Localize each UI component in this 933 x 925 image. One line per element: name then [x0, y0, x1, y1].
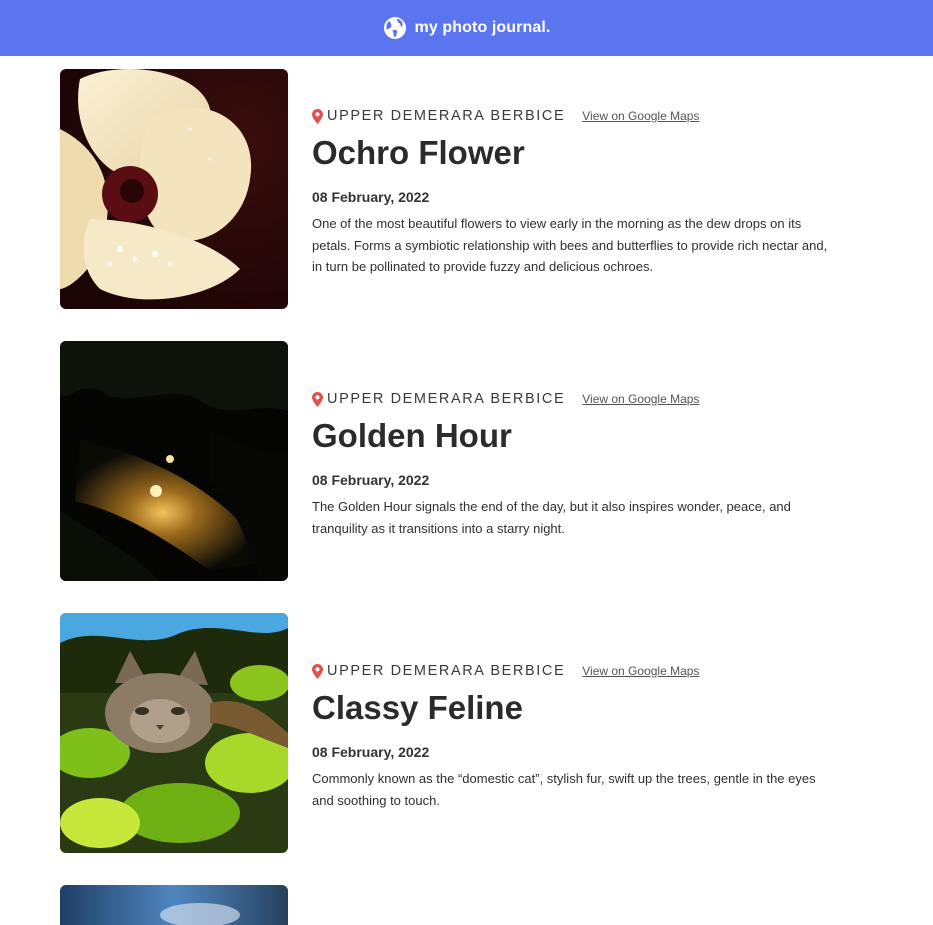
entry-title: Ochro Flower — [312, 134, 525, 171]
google-maps-link[interactable]: View on Google Maps — [582, 392, 699, 406]
entry-meta: Upper Demerara Berbice View on Google Ma… — [312, 108, 699, 124]
google-maps-link[interactable]: View on Google Maps — [582, 109, 699, 123]
entry-title: Classy Feline — [312, 689, 523, 726]
entry-meta: Upper Demerara Berbice View on Google Ma… — [312, 663, 699, 679]
sky-photo[interactable] — [60, 885, 288, 925]
entry-description: Commonly known as the “domestic cat”, st… — [312, 771, 816, 808]
brand[interactable]: my photo journal. — [383, 16, 551, 40]
location-pin-icon — [312, 663, 323, 679]
entry-location: Upper Demerara Berbice — [327, 108, 566, 124]
location-pin-icon — [312, 108, 323, 124]
location-pin-icon — [312, 391, 323, 407]
app-header: my photo journal. — [0, 0, 933, 56]
entry-location: Upper Demerara Berbice — [327, 391, 566, 407]
entry-date: 08 February, 2022 — [312, 189, 430, 205]
entry-description: The Golden Hour signals the end of the d… — [312, 499, 791, 536]
entry-date: 08 February, 2022 — [312, 744, 430, 760]
app-title: my photo journal. — [414, 19, 551, 36]
entry-title: Golden Hour — [312, 417, 512, 454]
entry-location: Upper Demerara Berbice — [327, 663, 566, 679]
flower-photo[interactable] — [60, 69, 288, 309]
entry-date: 08 February, 2022 — [312, 472, 430, 488]
cat-photo[interactable] — [60, 613, 288, 853]
globe-icon — [383, 16, 407, 40]
entry-description: One of the most beautiful flowers to vie… — [312, 216, 828, 274]
entry-meta: Upper Demerara Berbice View on Google Ma… — [312, 391, 699, 407]
sunset-photo[interactable] — [60, 341, 288, 581]
google-maps-link[interactable]: View on Google Maps — [582, 664, 699, 678]
